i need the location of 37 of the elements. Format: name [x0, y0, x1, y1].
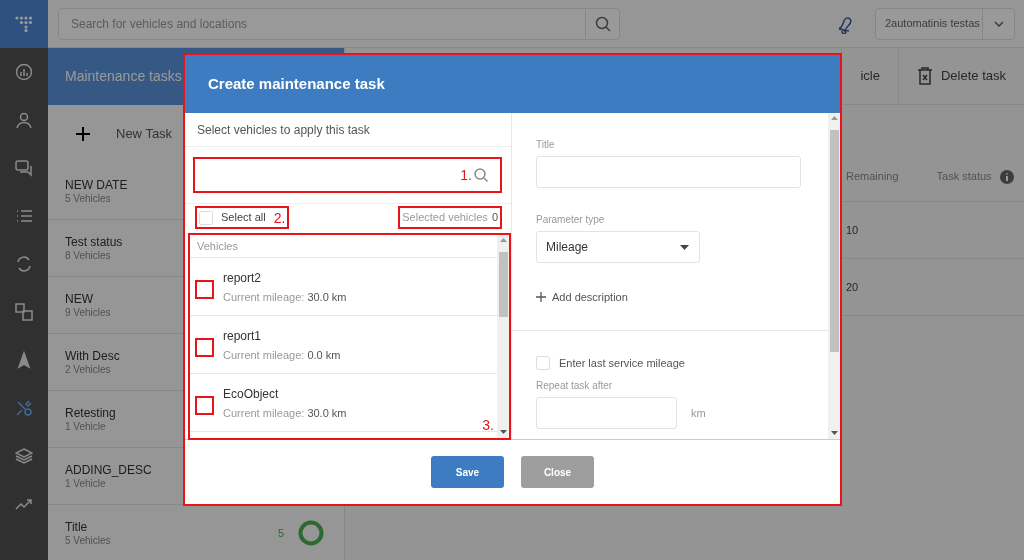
- vehicle-count: 2 Vehicles: [65, 362, 112, 376]
- task-title: With Desc: [65, 348, 120, 363]
- table-cell-text: 10: [846, 222, 859, 238]
- unit-label: km: [691, 407, 706, 419]
- vehicle-count: 8 Vehicles: [65, 248, 112, 262]
- vehicle-name: report1: [223, 327, 263, 344]
- task-title: NEW: [65, 291, 94, 306]
- selected-count: 0: [491, 210, 498, 226]
- task-title: Retesting: [65, 405, 116, 420]
- task-title: Test status: [65, 234, 123, 249]
- annotation-number: 3.: [482, 418, 494, 432]
- table-cell-text: 20: [846, 279, 859, 295]
- field-label: Repeat task after: [536, 380, 614, 392]
- column-header: Task status: [936, 169, 992, 185]
- task-title: NEW DATE: [65, 177, 128, 192]
- vehicle-name: report2: [223, 269, 263, 286]
- vehicle-count: 9 Vehicles: [65, 305, 111, 319]
- modal-title: Create maintenance task: [185, 55, 840, 113]
- vehicle-count: 5 Vehicles: [65, 533, 111, 547]
- field-label: Parameter type: [536, 214, 606, 226]
- list-header: Vehicles: [190, 235, 497, 258]
- checkbox-label: Enter last service mileage: [559, 355, 685, 371]
- task-title: ADDING_DESC: [65, 462, 152, 477]
- vehicle-count: 5 Vehicles: [65, 191, 112, 205]
- selected-label: Selected vehicles: [402, 210, 488, 226]
- task-title: Title: [65, 519, 89, 534]
- vehicle-count: 1 Vehicle: [65, 477, 107, 490]
- vehicle-mileage: Current mileage: 30.0 km: [223, 289, 347, 304]
- field-label: Title: [536, 139, 556, 151]
- task-count: 5: [277, 525, 284, 541]
- column-header: Remaining: [846, 169, 899, 185]
- vehicle-mileage: Current mileage: 30.0 km: [223, 405, 347, 420]
- vehicle-name: EcoObject: [223, 385, 280, 402]
- vehicle-count: 1 Vehicle: [65, 420, 107, 433]
- vehicle-mileage: Current mileage: 0.0 km: [223, 347, 341, 362]
- section-heading: Select vehicles to apply this task: [185, 113, 511, 147]
- annotation-number: 1.: [460, 168, 472, 182]
